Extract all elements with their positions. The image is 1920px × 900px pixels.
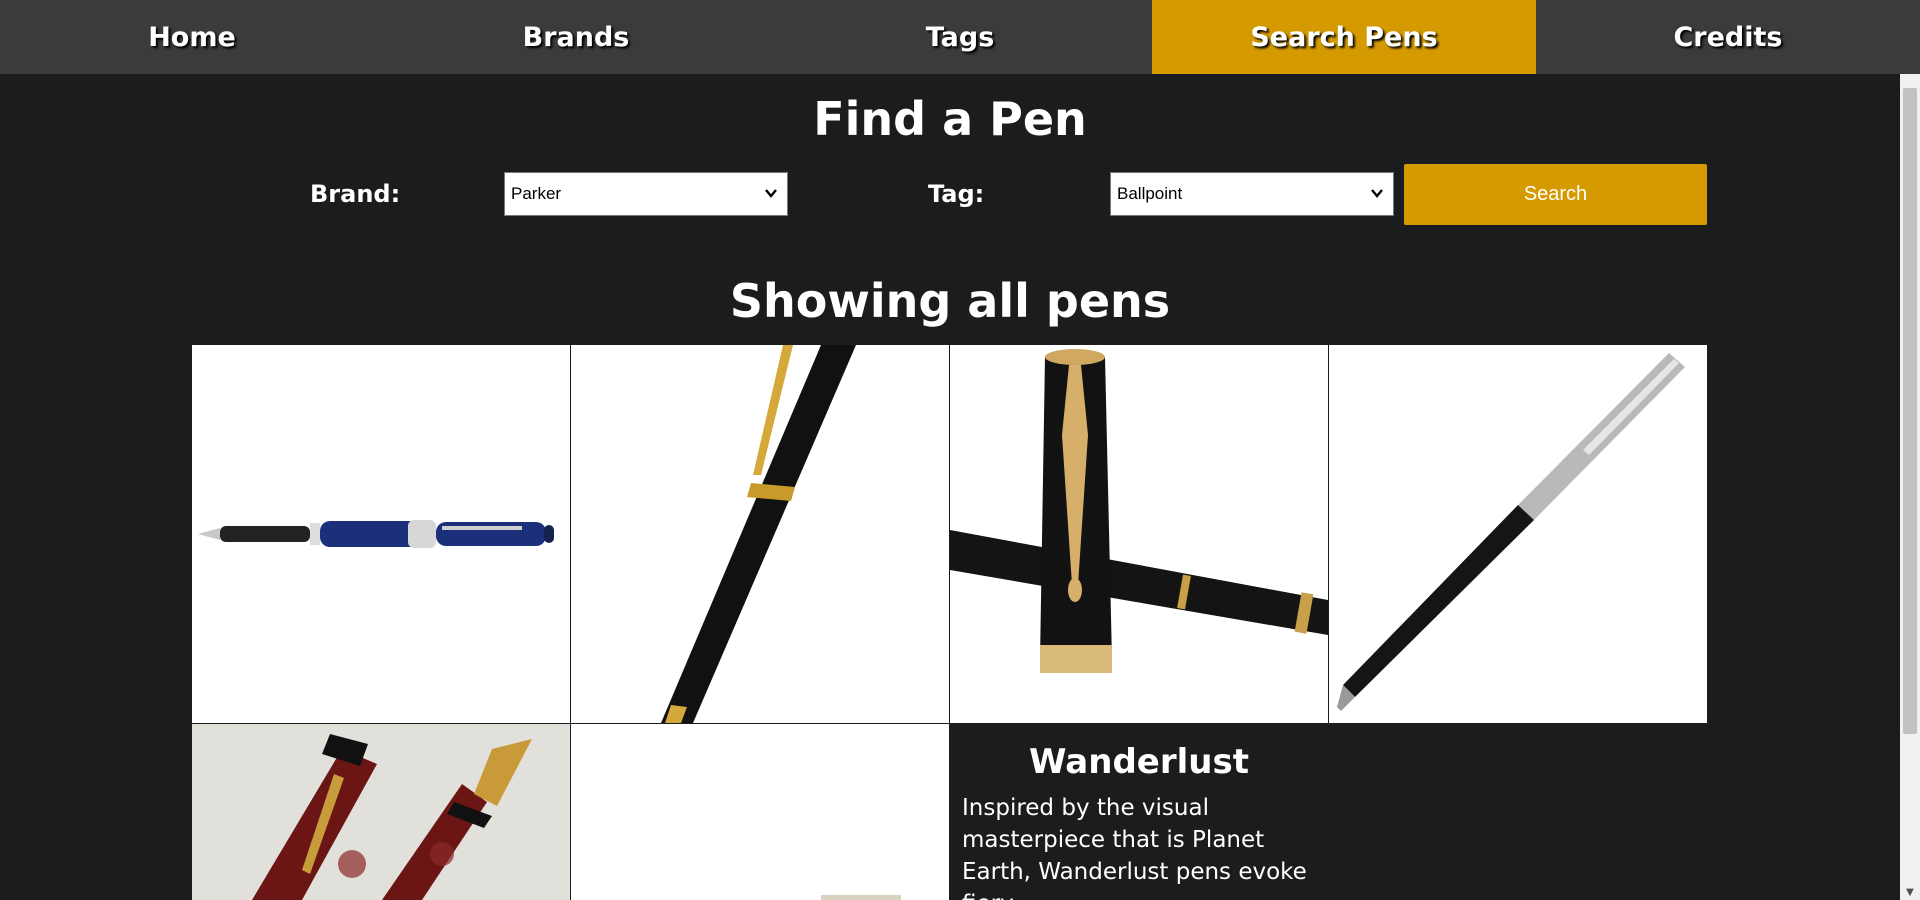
search-button[interactable]: Search bbox=[1404, 164, 1707, 225]
featured-card[interactable]: Wanderlust Inspired by the visual master… bbox=[950, 724, 1328, 900]
pen-image bbox=[950, 345, 1328, 723]
pen-card[interactable] bbox=[192, 345, 570, 723]
pen-image bbox=[192, 345, 570, 723]
pen-card[interactable] bbox=[571, 345, 949, 723]
brand-select[interactable]: Parker bbox=[504, 172, 788, 216]
pen-image bbox=[1329, 345, 1707, 723]
results-heading: Showing all pens bbox=[729, 274, 1171, 328]
featured-title: Wanderlust bbox=[1029, 742, 1249, 782]
nav-home[interactable]: Home bbox=[0, 0, 384, 74]
nav-search-pens[interactable]: Search Pens bbox=[1152, 0, 1536, 74]
page-scrollbar[interactable]: ▼ bbox=[1900, 74, 1920, 900]
nav-tags[interactable]: Tags bbox=[768, 0, 1152, 74]
tag-select[interactable]: Ballpoint bbox=[1110, 172, 1394, 216]
chevron-down-icon bbox=[765, 189, 777, 198]
top-nav: Home Brands Tags Search Pens Credits bbox=[0, 0, 1920, 74]
nav-brands[interactable]: Brands bbox=[384, 0, 768, 74]
pen-image bbox=[571, 724, 949, 900]
page-title: Find a Pen bbox=[813, 92, 1087, 146]
featured-description: Inspired by the visual masterpiece that … bbox=[962, 795, 1307, 900]
scrollbar-thumb[interactable] bbox=[1903, 88, 1917, 734]
pen-grid: Wanderlust Inspired by the visual master… bbox=[192, 345, 1707, 900]
pen-card[interactable] bbox=[950, 345, 1328, 723]
pen-image bbox=[192, 724, 570, 900]
tag-select-value: Ballpoint bbox=[1117, 184, 1183, 203]
nav-credits[interactable]: Credits bbox=[1536, 0, 1920, 74]
chevron-down-icon bbox=[1371, 189, 1383, 198]
pen-card[interactable] bbox=[192, 724, 570, 900]
pen-card[interactable] bbox=[571, 724, 949, 900]
tag-label: Tag: bbox=[928, 180, 985, 208]
pen-card[interactable] bbox=[1329, 345, 1707, 723]
brand-label: Brand: bbox=[310, 180, 401, 208]
pen-image bbox=[571, 345, 949, 723]
brand-select-value: Parker bbox=[511, 184, 562, 203]
scroll-down-arrow-icon[interactable]: ▼ bbox=[1900, 884, 1920, 900]
